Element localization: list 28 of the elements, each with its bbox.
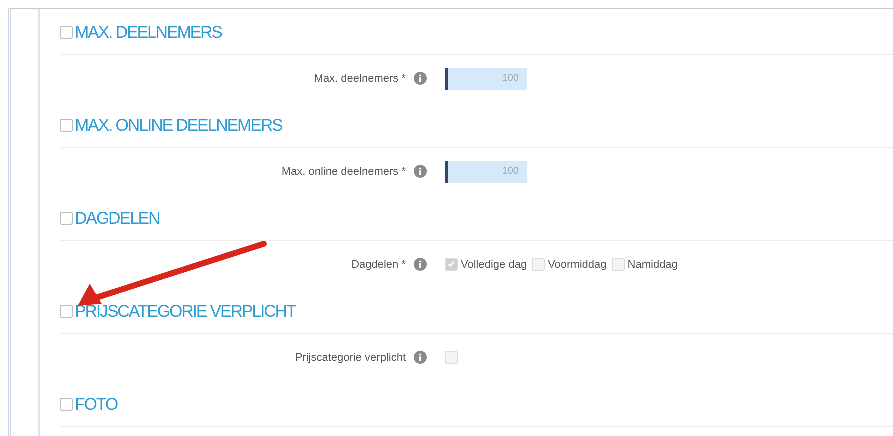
field-label: Prijscategorie verplicht [294,352,406,364]
option-label: Namiddag [628,258,678,270]
checkbox[interactable] [445,258,458,271]
checkbox[interactable] [445,351,458,364]
field-label: Max. online deelnemers * [280,166,406,178]
section-title: MAX. ONLINE DEELNEMERS [75,116,282,136]
section-title: FOTO [75,394,118,414]
section-title: DAGDELEN [75,208,160,228]
section-title: MAX. DEELNEMERS [75,22,222,42]
info-icon[interactable] [414,165,427,178]
number-field[interactable]: 100 [445,160,527,182]
checkbox[interactable] [60,119,73,132]
checkbox[interactable] [60,26,73,39]
checkbox[interactable] [612,258,625,271]
section-title: PRIJSCATEGORIE VERPLICHT [75,302,296,322]
checkbox[interactable] [532,258,546,271]
info-icon[interactable] [414,72,427,85]
checkbox[interactable] [60,398,73,411]
number-field[interactable]: 100 [445,68,527,90]
checkbox[interactable] [60,212,73,225]
info-icon[interactable] [414,351,427,364]
option-label: Voormiddag [548,258,607,270]
checkbox[interactable] [60,305,73,318]
field-label: Max. deelnemers * [313,72,406,84]
field-label: Dagdelen * [350,258,406,270]
check-icon [447,260,456,269]
info-icon[interactable] [414,258,427,271]
option-label: Volledige dag [461,258,528,270]
